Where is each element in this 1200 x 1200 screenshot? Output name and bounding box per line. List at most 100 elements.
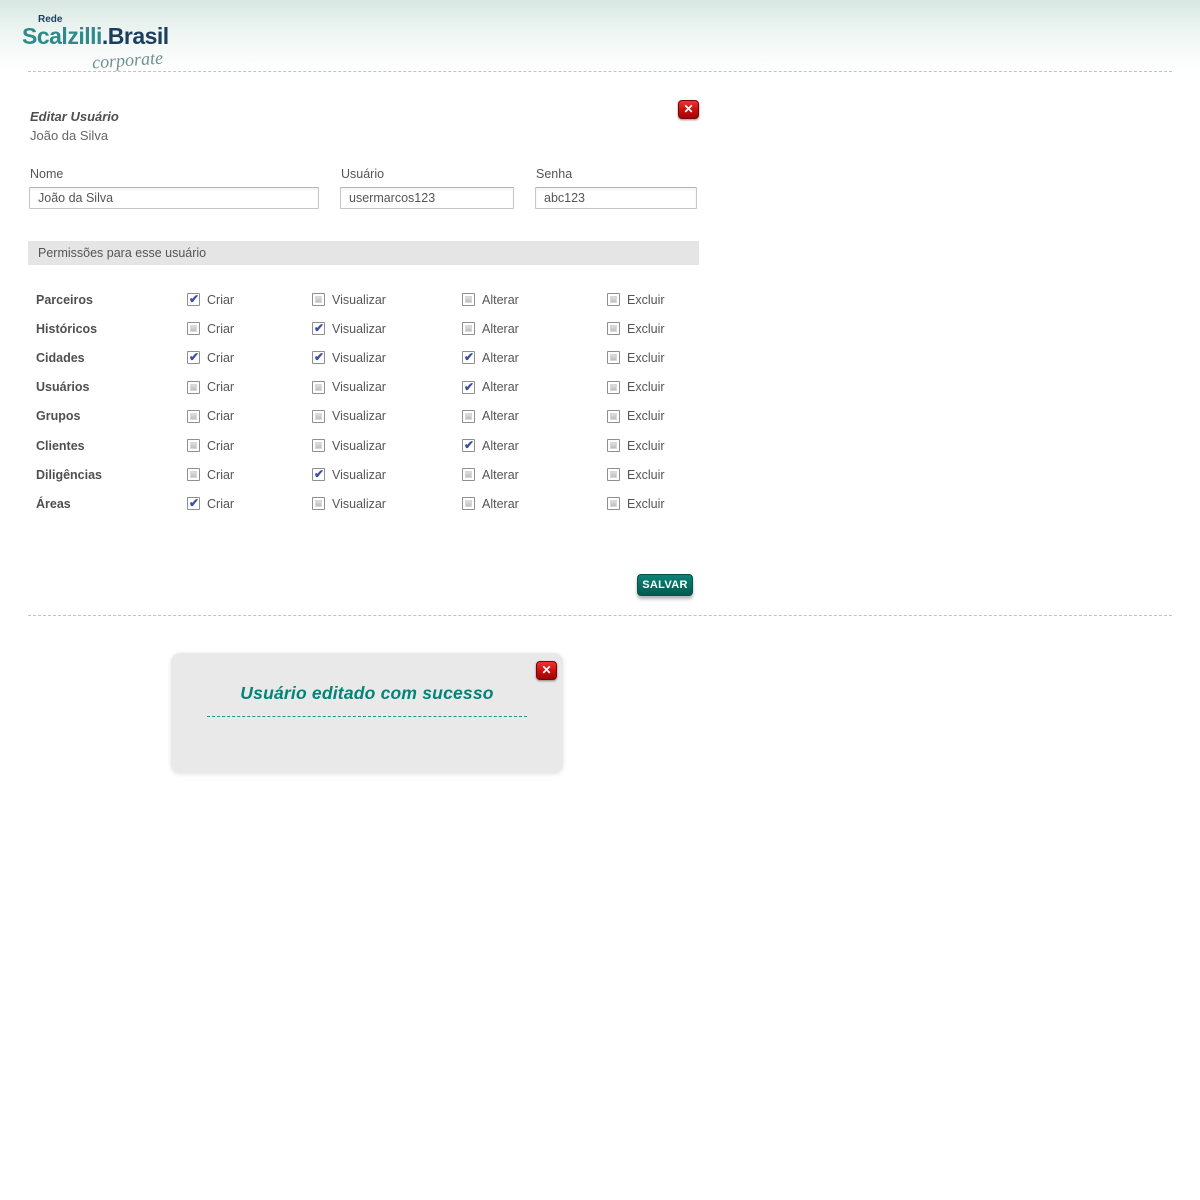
checkbox-historicos-excluir[interactable]: [607, 322, 620, 335]
checkbox-label: Criar: [207, 322, 234, 336]
permission-cell: Visualizar: [312, 439, 462, 453]
checkbox-diligencias-alterar[interactable]: [462, 468, 475, 481]
checkbox-label: Criar: [207, 439, 234, 453]
checkbox-parceiros-excluir[interactable]: [607, 293, 620, 306]
permission-cell: Alterar: [462, 497, 607, 511]
permission-cell: Excluir: [607, 468, 699, 482]
checkbox-clientes-visualizar[interactable]: [312, 439, 325, 452]
divider-top: [28, 71, 1172, 72]
permission-cell: Criar: [187, 468, 312, 482]
permission-cell: Excluir: [607, 322, 699, 336]
permission-cell: Alterar: [462, 439, 607, 453]
success-toast: ✕ Usuário editado com sucesso: [171, 653, 563, 773]
checkbox-historicos-alterar[interactable]: [462, 322, 475, 335]
checkbox-label: Visualizar: [332, 468, 386, 482]
checkbox-label: Excluir: [627, 322, 665, 336]
permission-row: Históricos Criar Visualizar Alterar Excluir: [0, 314, 699, 343]
checkbox-label: Visualizar: [332, 439, 386, 453]
checkbox-grupos-visualizar[interactable]: [312, 410, 325, 423]
checkbox-grupos-alterar[interactable]: [462, 410, 475, 423]
checkbox-parceiros-criar[interactable]: [187, 293, 200, 306]
permission-cell: Criar: [187, 409, 312, 423]
checkbox-label: Criar: [207, 380, 234, 394]
checkbox-clientes-alterar[interactable]: [462, 439, 475, 452]
checkbox-label: Criar: [207, 351, 234, 365]
checkbox-cidades-visualizar[interactable]: [312, 351, 325, 364]
checkbox-parceiros-visualizar[interactable]: [312, 293, 325, 306]
edit-user-title: Editar Usuário: [30, 109, 119, 124]
permission-cell: Alterar: [462, 322, 607, 336]
password-field[interactable]: [535, 187, 697, 209]
checkbox-grupos-criar[interactable]: [187, 410, 200, 423]
permission-row-label: Grupos: [36, 409, 187, 423]
checkbox-label: Excluir: [627, 409, 665, 423]
permission-row: GruposCriarVisualizarAlterarExcluir: [0, 402, 699, 431]
checkbox-label: Criar: [207, 293, 234, 307]
permission-cell: Criar: [187, 439, 312, 453]
checkbox-usuarios-criar[interactable]: [187, 381, 200, 394]
checkbox-diligencias-criar[interactable]: [187, 468, 200, 481]
permission-cell: Excluir: [607, 497, 699, 511]
close-edit-panel-button[interactable]: ✕: [678, 100, 699, 119]
checkbox-grupos-excluir[interactable]: [607, 410, 620, 423]
checkbox-clientes-criar[interactable]: [187, 439, 200, 452]
permission-row-label: Históricos: [36, 322, 187, 336]
checkbox-usuarios-visualizar[interactable]: [312, 381, 325, 394]
logo-tagline: corporate: [91, 48, 163, 74]
checkbox-label: Alterar: [482, 497, 519, 511]
checkbox-label: Visualizar: [332, 322, 386, 336]
permission-row-label: Áreas: [36, 497, 187, 511]
permission-row: Parceiros Criar Visualizar AlterarExcluir: [0, 285, 699, 314]
permission-cell: Excluir: [607, 439, 699, 453]
page-header: Rede Scalzilli.Brasil corporate: [0, 0, 1200, 71]
checkbox-historicos-visualizar[interactable]: [312, 322, 325, 335]
checkbox-usuarios-alterar[interactable]: [462, 381, 475, 394]
checkbox-usuarios-excluir[interactable]: [607, 381, 620, 394]
checkbox-label: Criar: [207, 468, 234, 482]
checkbox-parceiros-alterar[interactable]: [462, 293, 475, 306]
checkbox-diligencias-visualizar[interactable]: [312, 468, 325, 481]
permission-cell: Excluir: [607, 380, 699, 394]
permission-cell: Alterar: [462, 380, 607, 394]
permission-cell: Visualizar: [312, 468, 462, 482]
divider-bottom: [28, 615, 1172, 616]
permission-row-label: Usuários: [36, 380, 187, 394]
permission-row-label: Parceiros: [36, 293, 187, 307]
permission-cell: Alterar: [462, 351, 607, 365]
checkbox-label: Visualizar: [332, 293, 386, 307]
checkbox-cidades-criar[interactable]: [187, 351, 200, 364]
checkbox-label: Excluir: [627, 380, 665, 394]
logo-name-navy: .Brasil: [102, 23, 169, 49]
logo-name-teal: Scalzilli: [22, 23, 102, 49]
checkbox-areas-visualizar[interactable]: [312, 497, 325, 510]
permission-cell: Excluir: [607, 351, 699, 365]
checkbox-clientes-excluir[interactable]: [607, 439, 620, 452]
checkbox-areas-criar[interactable]: [187, 497, 200, 510]
checkbox-historicos-criar[interactable]: [187, 322, 200, 335]
checkbox-areas-alterar[interactable]: [462, 497, 475, 510]
checkbox-label: Visualizar: [332, 351, 386, 365]
checkbox-label: Excluir: [627, 497, 665, 511]
save-button[interactable]: SALVAR: [637, 574, 693, 596]
page: Rede Scalzilli.Brasil corporate ✕ Editar…: [0, 0, 1200, 1200]
checkbox-areas-excluir[interactable]: [607, 497, 620, 510]
permission-cell: Excluir: [607, 409, 699, 423]
permission-cell: Excluir: [607, 293, 699, 307]
username-field[interactable]: [340, 187, 514, 209]
permission-cell: Visualizar: [312, 497, 462, 511]
checkbox-diligencias-excluir[interactable]: [607, 468, 620, 481]
password-field-label: Senha: [536, 167, 572, 181]
checkbox-cidades-alterar[interactable]: [462, 351, 475, 364]
close-icon: ✕: [541, 663, 551, 677]
permission-cell: Alterar: [462, 293, 607, 307]
edit-user-subtitle: João da Silva: [30, 128, 108, 143]
close-toast-button[interactable]: ✕: [536, 661, 557, 680]
brand-logo: Rede Scalzilli.Brasil corporate: [22, 14, 192, 74]
permission-cell: Criar: [187, 322, 312, 336]
name-field[interactable]: [29, 187, 319, 209]
checkbox-label: Alterar: [482, 439, 519, 453]
checkbox-cidades-excluir[interactable]: [607, 351, 620, 364]
checkbox-label: Visualizar: [332, 409, 386, 423]
checkbox-label: Alterar: [482, 380, 519, 394]
checkbox-label: Alterar: [482, 351, 519, 365]
